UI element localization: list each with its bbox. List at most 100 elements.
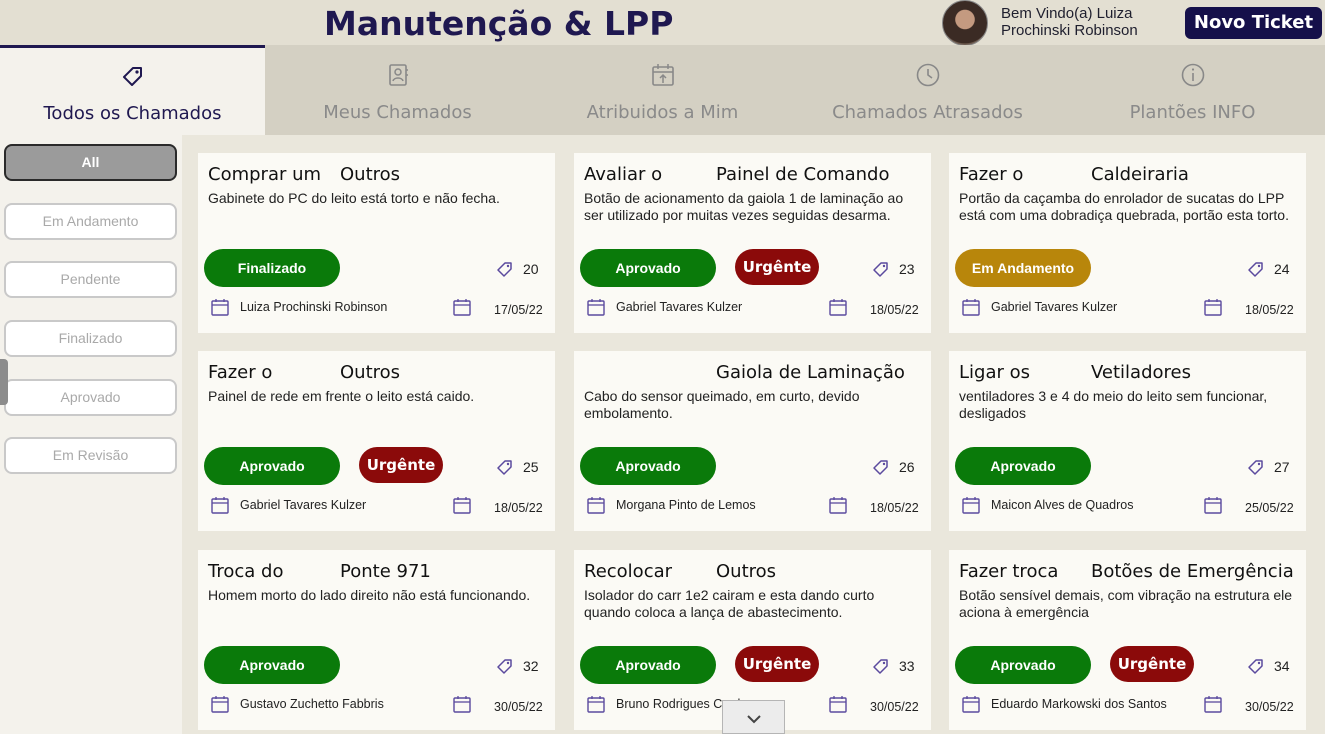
urgent-badge[interactable]: Urgênte xyxy=(735,249,819,285)
status-badge[interactable]: Aprovado xyxy=(580,447,716,485)
tag-icon xyxy=(1248,460,1263,475)
tag-icon xyxy=(1248,262,1263,277)
ticket-action: Avaliar o xyxy=(584,164,663,185)
scroll-down-button[interactable] xyxy=(722,700,785,734)
ticket-action: Troca do xyxy=(208,561,284,582)
ticket-card[interactable]: Fazer o Outros Painel de rede em frente … xyxy=(198,351,555,531)
status-badge[interactable]: Em Andamento xyxy=(955,249,1091,287)
ticket-card[interactable]: Troca do Ponte 971 Homem morto do lado d… xyxy=(198,550,555,730)
ticket-card[interactable]: Comprar um Outros Gabinete do PC do leit… xyxy=(198,153,555,333)
filter-all-button[interactable]: All xyxy=(4,144,177,181)
ticket-number: 32 xyxy=(523,658,539,674)
urgent-badge[interactable]: Urgênte xyxy=(735,646,819,682)
calendar-icon xyxy=(587,299,605,316)
calendar-icon xyxy=(829,299,847,316)
tab-my-tickets[interactable]: Meus Chamados xyxy=(265,45,530,135)
ticket-description: Cabo do sensor queimado, em curto, devid… xyxy=(584,388,860,421)
ticket-assignee: Morgana Pinto de Lemos xyxy=(616,498,756,512)
ticket-number: 34 xyxy=(1274,658,1290,674)
clock-icon xyxy=(916,63,940,87)
filter-pending-button[interactable]: Pendente xyxy=(4,261,177,298)
status-badge[interactable]: Finalizado xyxy=(204,249,340,287)
filter-sidebar: All Em Andamento Pendente Finalizado Apr… xyxy=(0,135,182,734)
ticket-category: Painel de Comando xyxy=(716,164,890,185)
welcome-text: Bem Vindo(a) Luiza Prochinski Robinson xyxy=(1001,5,1171,39)
tab-label: Atribuidos a Mim xyxy=(586,102,739,123)
ticket-category: Caldeiraria xyxy=(1091,164,1189,185)
ticket-description: Painel de rede em frente o leito está ca… xyxy=(208,388,475,404)
user-avatar[interactable] xyxy=(942,0,988,46)
filter-approved-button[interactable]: Aprovado xyxy=(4,379,177,416)
urgent-badge[interactable]: Urgênte xyxy=(359,447,443,483)
ticket-card[interactable]: Fazer o Caldeiraria Portão da caçamba do… xyxy=(949,153,1306,333)
ticket-category: Ponte 971 xyxy=(340,561,431,582)
tab-overdue-tickets[interactable]: Chamados Atrasados xyxy=(795,45,1060,135)
ticket-date: 18/05/22 xyxy=(870,501,919,515)
ticket-number: 24 xyxy=(1274,261,1290,277)
ticket-action: Ligar os xyxy=(959,362,1030,383)
ticket-description: Portão da caçamba do enrolador de sucata… xyxy=(959,190,1289,223)
tab-assigned-to-me[interactable]: Atribuidos a Mim xyxy=(530,45,795,135)
status-badge[interactable]: Aprovado xyxy=(204,646,340,684)
header-bar: Manutenção & LPP Bem Vindo(a) Luiza Proc… xyxy=(0,0,1325,46)
filter-finished-button[interactable]: Finalizado xyxy=(4,320,177,357)
tag-icon xyxy=(497,659,512,674)
ticket-date: 30/05/22 xyxy=(870,700,919,714)
ticket-assignee: Gabriel Tavares Kulzer xyxy=(616,300,743,314)
calendar-icon xyxy=(962,299,980,316)
ticket-assignee: Maicon Alves de Quadros xyxy=(991,498,1134,512)
ticket-number: 33 xyxy=(899,658,915,674)
tab-all-tickets[interactable]: Todos os Chamados xyxy=(0,45,265,135)
tag-icon xyxy=(873,262,888,277)
new-ticket-button[interactable]: Novo Ticket xyxy=(1185,7,1322,39)
ticket-assignee: Gustavo Zuchetto Fabbris xyxy=(240,697,384,711)
ticket-category: Gaiola de Laminação xyxy=(716,362,905,383)
tag-icon xyxy=(1248,659,1263,674)
filter-in-review-button[interactable]: Em Revisão xyxy=(4,437,177,474)
tag-icon xyxy=(497,460,512,475)
ticket-card[interactable]: Ligar os Vetiladores ventiladores 3 e 4 … xyxy=(949,351,1306,531)
ticket-card[interactable]: Avaliar o Painel de Comando Botão de aci… xyxy=(574,153,931,333)
status-badge[interactable]: Aprovado xyxy=(955,646,1091,684)
ticket-action: Fazer o xyxy=(959,164,1024,185)
ticket-card[interactable]: Gaiola de Laminação Cabo do sensor queim… xyxy=(574,351,931,531)
calendar-icon xyxy=(211,497,229,514)
app-screen: Manutenção & LPP Bem Vindo(a) Luiza Proc… xyxy=(0,0,1325,734)
tab-info-shifts[interactable]: Plantões INFO xyxy=(1060,45,1325,135)
side-panel-handle[interactable] xyxy=(0,359,8,405)
ticket-card[interactable]: Fazer troca Botões de Emergência Botão s… xyxy=(949,550,1306,730)
calendar-icon xyxy=(211,696,229,713)
ticket-description: Botão de acionamento da gaiola 1 de lami… xyxy=(584,190,904,223)
tag-icon xyxy=(873,659,888,674)
ticket-description: Gabinete do PC do leito está torto e não… xyxy=(208,190,500,206)
tab-label: Meus Chamados xyxy=(323,102,472,123)
ticket-action: Fazer troca xyxy=(959,561,1059,582)
urgent-badge[interactable]: Urgênte xyxy=(1110,646,1194,682)
status-badge[interactable]: Aprovado xyxy=(580,646,716,684)
ticket-number: 27 xyxy=(1274,459,1290,475)
calendar-icon xyxy=(587,696,605,713)
status-badge[interactable]: Aprovado xyxy=(580,249,716,287)
welcome-line-1: Bem Vindo(a) Luiza xyxy=(1001,5,1133,22)
ticket-assignee: Eduardo Markowski dos Santos xyxy=(991,697,1167,711)
calendar-assign-icon xyxy=(652,64,674,86)
ticket-description: ventiladores 3 e 4 do meio do leito sem … xyxy=(959,388,1268,421)
calendar-icon xyxy=(587,497,605,514)
ticket-date: 30/05/22 xyxy=(1245,700,1294,714)
ticket-number: 25 xyxy=(523,459,539,475)
ticket-date: 30/05/22 xyxy=(494,700,543,714)
tab-label: Todos os Chamados xyxy=(43,103,222,124)
calendar-icon xyxy=(453,299,471,316)
ticket-assignee: Luiza Prochinski Robinson xyxy=(240,300,388,314)
ticket-date: 17/05/22 xyxy=(494,303,543,317)
filter-in-progress-button[interactable]: Em Andamento xyxy=(4,203,177,240)
ticket-description: Isolador do carr 1e2 cairam e esta dando… xyxy=(584,587,875,620)
welcome-line-2: Prochinski Robinson xyxy=(1001,22,1138,39)
status-badge[interactable]: Aprovado xyxy=(955,447,1091,485)
ticket-number: 26 xyxy=(899,459,915,475)
ticket-description: Botão sensível demais, com vibração na e… xyxy=(959,587,1293,620)
calendar-icon xyxy=(829,696,847,713)
calendar-icon xyxy=(962,696,980,713)
status-badge[interactable]: Aprovado xyxy=(204,447,340,485)
ticket-category: Outros xyxy=(340,164,401,185)
